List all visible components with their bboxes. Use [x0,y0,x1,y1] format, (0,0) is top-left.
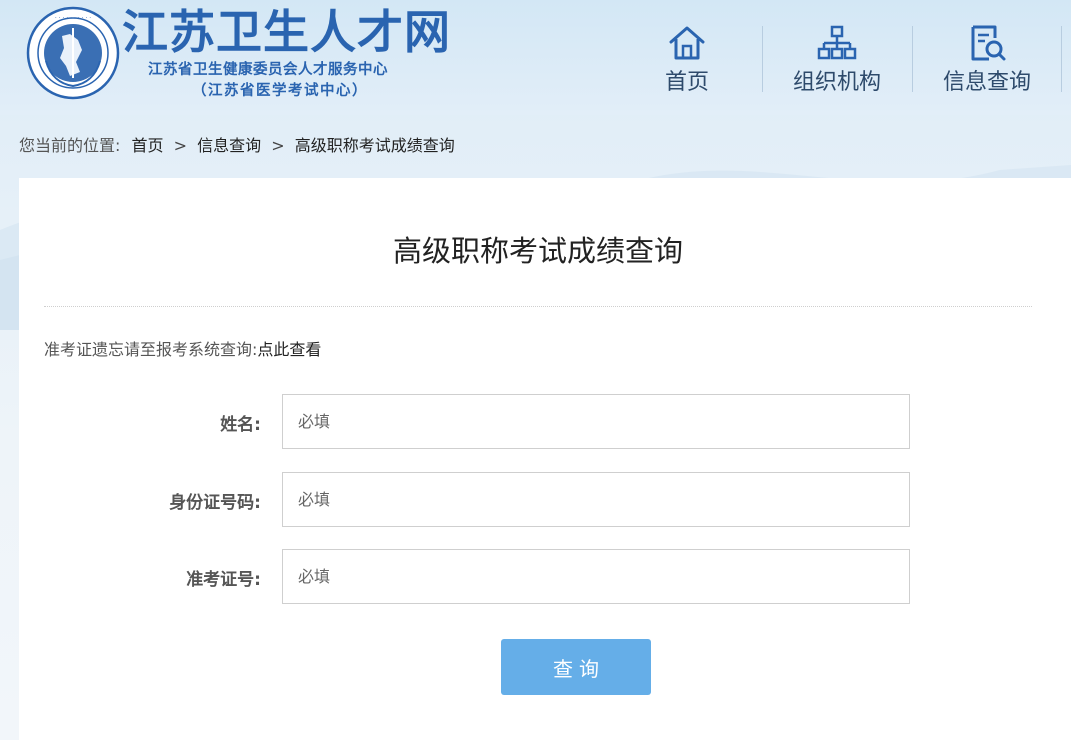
nav-label-info-query: 信息查询 [942,70,1031,95]
nav-item-home[interactable]: 首页 [612,22,762,95]
breadcrumb-current: 高级职称考试成绩查询 [294,136,455,155]
breadcrumb-prefix: 您当前的位置: [19,136,121,155]
main-nav: 首页 组织机构 信息查询 [612,22,1062,95]
breadcrumb-home-link[interactable]: 首页 [132,136,164,155]
site-subtitle-secondary: （江苏省医学考试中心） [192,83,368,99]
search-document-icon [971,25,1006,61]
nav-divider [1061,26,1062,92]
svg-text:· · · · · · · · · ·: · · · · · · · · · · [55,15,91,22]
id-number-input[interactable] [282,472,910,527]
id-number-label: 身份证号码: [169,493,261,513]
form-row-name: 姓名: [19,394,1071,450]
site-subtitle: 江苏省卫生健康委员会人才服务中心 [148,62,388,78]
notice-link[interactable]: 点此查看 [257,340,321,359]
nav-label-home: 首页 [664,70,709,95]
nav-label-organization: 组织机构 [792,70,881,95]
site-title: 江苏卫生人才网 [122,5,451,59]
org-chart-icon [817,25,857,60]
emblem-icon[interactable]: · · · · · · · · · · [26,6,120,100]
query-button[interactable]: 查询 [501,639,651,695]
notice-label: 准考证遗忘请至报考系统查询: [44,340,258,359]
breadcrumb-separator: > [271,136,285,155]
ticket-number-label: 准考证号: [186,570,261,590]
breadcrumb: 您当前的位置: 首页 > 信息查询 > 高级职称考试成绩查询 [19,136,455,156]
home-icon [669,26,705,60]
nav-item-info-query[interactable]: 信息查询 [912,22,1062,95]
breadcrumb-section-link[interactable]: 信息查询 [197,136,261,155]
page-title: 高级职称考试成绩查询 [392,234,683,268]
site-header: · · · · · · · · · · 江苏卫生人才网 江苏省卫生健康委员会人才… [0,0,1071,115]
form-row-ticket: 准考证号: [19,549,1071,605]
title-divider [44,306,1032,307]
nav-item-organization[interactable]: 组织机构 [762,22,912,95]
form-row-id: 身份证号码: [19,472,1071,528]
name-label: 姓名: [220,415,261,435]
notice-text: 准考证遗忘请至报考系统查询:点此查看 [44,336,321,360]
name-input[interactable] [282,394,910,449]
breadcrumb-separator: > [173,136,188,155]
ticket-number-input[interactable] [282,549,910,604]
query-panel: 高级职称考试成绩查询 准考证遗忘请至报考系统查询:点此查看 姓名: 身份证号码:… [19,178,1071,740]
